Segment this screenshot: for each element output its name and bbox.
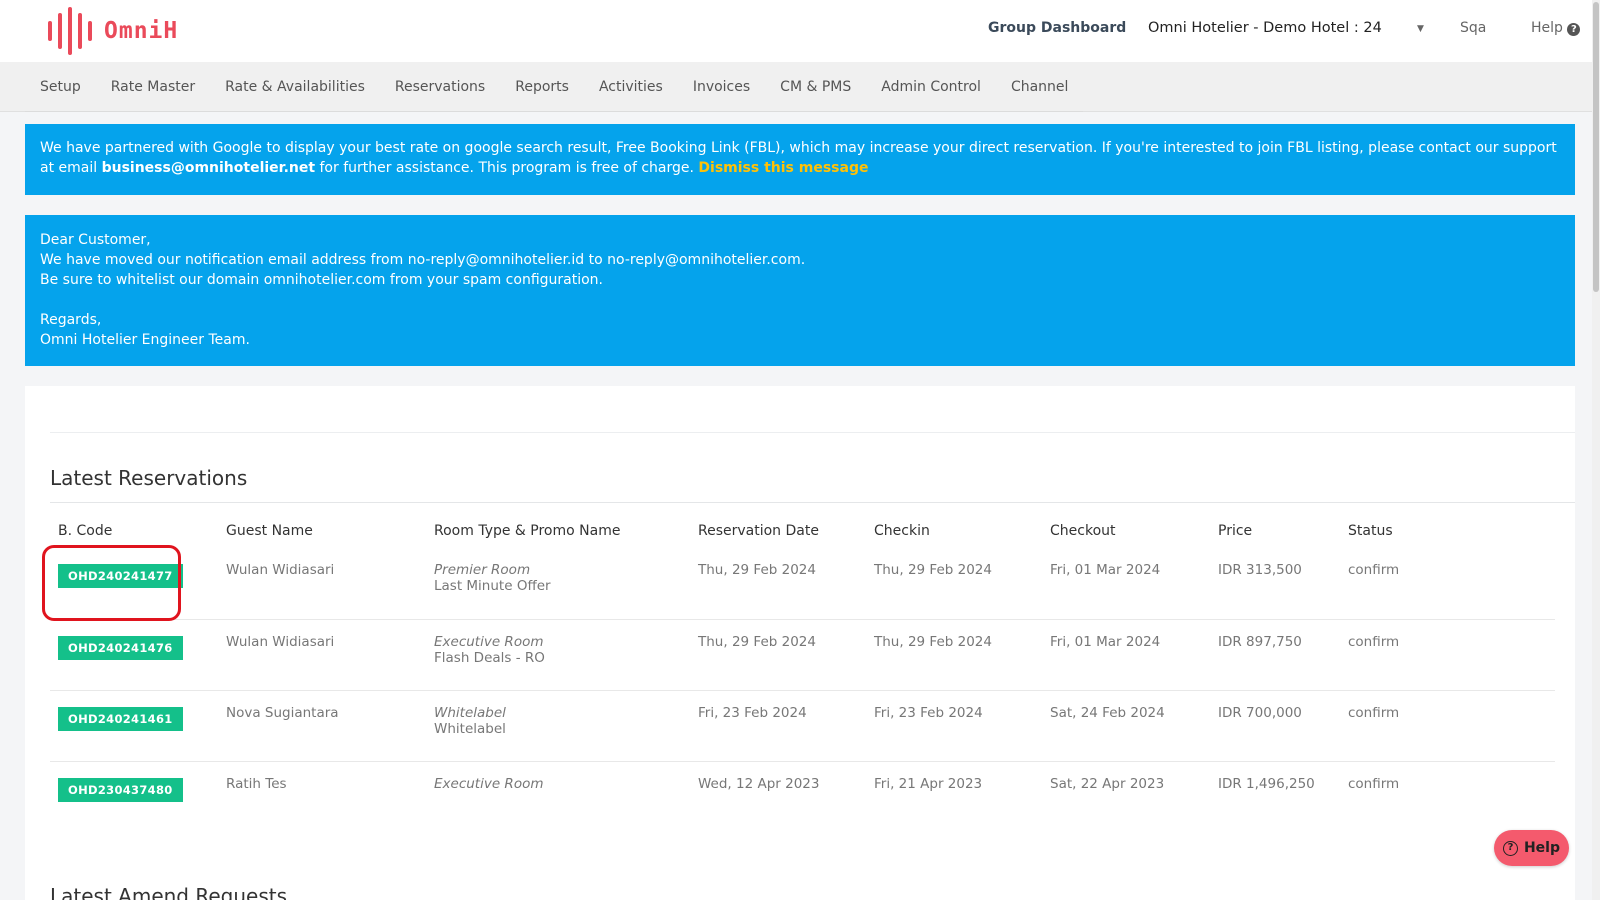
reservation-date: Wed, 12 Apr 2023 (698, 775, 820, 792)
room-type: Executive Room (434, 775, 544, 792)
nav-item-reports[interactable]: Reports (500, 62, 584, 111)
highlight-annotation (42, 545, 181, 621)
checkin-date: Fri, 21 Apr 2023 (874, 775, 983, 792)
room-cell: Executive Room (426, 761, 690, 832)
status: confirm (1348, 775, 1400, 792)
status: confirm (1340, 548, 1555, 620)
help-float-label: Help (1523, 840, 1561, 856)
logo-text: OmniH (104, 18, 179, 44)
room-cell: Premier Room Last Minute Offer (426, 548, 690, 620)
nav-item-activities[interactable]: Activities (584, 62, 678, 111)
guest-name: Nova Sugiantara (218, 690, 426, 762)
status: confirm (1340, 619, 1555, 691)
promo-name: Whitelabel (434, 720, 506, 737)
status: confirm (1340, 690, 1555, 762)
checkout-date: Sat, 24 Feb 2024 (1042, 690, 1210, 762)
notice-line: We have moved our notification email add… (40, 252, 806, 268)
latest-reservations-table: B. Code Guest Name Room Type & Promo Name R… (50, 514, 1555, 832)
chevron-down-icon[interactable]: ▼ (1417, 24, 1424, 34)
question-circle-icon: ? (1502, 840, 1518, 856)
notice-text-2: for further assistance. This program is … (315, 160, 699, 176)
nav-item-reservations[interactable]: Reservations (380, 62, 500, 111)
logo[interactable]: OmniH (48, 7, 178, 55)
omnih-logo-icon (48, 7, 92, 55)
booking-code-badge[interactable]: OHD230437480 (58, 777, 183, 802)
nav-item-setup[interactable]: Setup (25, 62, 96, 111)
google-fbl-notice: We have partnered with Google to display… (25, 124, 1575, 195)
nav-item-channel[interactable]: Channel (996, 62, 1083, 111)
reservation-date: Fri, 23 Feb 2024 (690, 690, 866, 762)
guest-name: Wulan Widiasari (218, 548, 426, 620)
price: IDR 897,750 (1210, 619, 1340, 691)
nav-item-invoices[interactable]: Invoices (678, 62, 765, 111)
checkout-date: Sat, 22 Apr 2023 (1050, 775, 1165, 792)
nav-item-rate-availabilities[interactable]: Rate & Availabilities (210, 62, 380, 111)
column-header[interactable]: Reservation Date (690, 514, 866, 548)
user-menu[interactable]: Sqa (1460, 20, 1486, 36)
room-cell: Whitelabel Whitelabel (426, 690, 690, 762)
room-type: Premier Room (434, 562, 531, 578)
email-change-notice: Dear Customer, We have moved our notific… (25, 215, 1575, 366)
notice-line: Regards, (40, 312, 102, 328)
column-header[interactable]: Checkin (866, 514, 1042, 548)
latest-reservations-title: Latest Reservations (50, 466, 248, 490)
column-header[interactable]: B. Code (50, 514, 218, 548)
nav-item-admin-control[interactable]: Admin Control (866, 62, 996, 111)
room-type: Executive Room (434, 633, 544, 650)
notice-line: Dear Customer, (40, 232, 151, 248)
checkin-date: Fri, 23 Feb 2024 (866, 690, 1042, 762)
dashboard-card: Latest Reservations B. Code Guest Name Roo… (25, 386, 1575, 900)
divider (50, 502, 1575, 503)
table-row[interactable]: OHD240241477 Wulan Widiasari Premier Room L… (50, 548, 1555, 620)
column-header[interactable]: Guest Name (218, 514, 426, 548)
notice-line: Be sure to whitelist our domain omnihote… (40, 272, 604, 288)
checkout-date: Fri, 01 Mar 2024 (1042, 619, 1210, 691)
hotel-select[interactable]: Omni Hotelier - Demo Hotel : 24 (1148, 20, 1382, 36)
help-float-button[interactable]: ? Help (1494, 830, 1569, 866)
group-dashboard-link[interactable]: Group Dashboard (988, 20, 1126, 36)
bcode-cell: OHD240241476 (50, 619, 218, 691)
room-cell: Executive Room Flash Deals - RO (426, 619, 690, 691)
column-header[interactable]: Checkout (1042, 514, 1210, 548)
column-header[interactable]: Price (1210, 514, 1340, 548)
bcode-cell: OHD240241461 (50, 690, 218, 762)
guest-name: Ratih Tes (226, 775, 287, 792)
guest-name: Wulan Widiasari (218, 619, 426, 691)
booking-code-badge[interactable]: OHD240241476 (58, 635, 183, 660)
room-type: Whitelabel (434, 704, 506, 721)
scrollbar[interactable] (1592, 0, 1600, 900)
table-row[interactable]: OHD240241461 Nova Sugiantara Whitelabel Whi… (50, 690, 1555, 762)
column-header[interactable]: Status (1340, 514, 1555, 548)
help-link-label: Help (1531, 20, 1563, 36)
support-email: business@omnihotelier.net (101, 160, 316, 176)
divider (50, 432, 1575, 433)
column-header[interactable]: Room Type & Promo Name (426, 514, 690, 548)
promo-name: Flash Deals - RO (434, 649, 545, 666)
table-header-row: B. Code Guest Name Room Type & Promo Name R… (50, 514, 1555, 548)
notice-line: Omni Hotelier Engineer Team. (40, 332, 250, 348)
top-bar: OmniH Group Dashboard Omni Hotelier - De… (0, 0, 1592, 62)
reservation-date: Thu, 29 Feb 2024 (690, 619, 866, 691)
nav-items: Setup Rate Master Rate & Availabilities Res… (25, 62, 1084, 112)
reservation-date: Thu, 29 Feb 2024 (690, 548, 866, 620)
bcode-cell: OHD230437480 (50, 761, 218, 832)
booking-code-badge[interactable]: OHD240241461 (58, 706, 183, 731)
table-row[interactable]: OHD240241476 Wulan Widiasari Executive Roo… (50, 619, 1555, 691)
main-nav: Setup Rate Master Rate & Availabilities Res… (0, 62, 1592, 112)
dismiss-message-link[interactable]: Dismiss this message (698, 160, 868, 176)
price: IDR 313,500 (1210, 548, 1340, 620)
question-circle-icon: ? (1567, 23, 1581, 36)
help-link[interactable]: Help ? (1531, 20, 1581, 36)
checkin-date: Thu, 29 Feb 2024 (866, 619, 1042, 691)
price: IDR 700,000 (1210, 690, 1340, 762)
checkin-date: Thu, 29 Feb 2024 (866, 548, 1042, 620)
nav-item-rate-master[interactable]: Rate Master (96, 62, 210, 111)
promo-name: Last Minute Offer (434, 578, 551, 594)
checkout-date: Fri, 01 Mar 2024 (1042, 548, 1210, 620)
table-row[interactable]: OHD230437480 Ratih Tes Executive Room Wed, … (50, 761, 1555, 832)
nav-item-cm-pms[interactable]: CM & PMS (765, 62, 866, 111)
latest-amend-requests-title: Latest Amend Requests (50, 884, 288, 900)
price: IDR 1,496,250 (1218, 775, 1315, 792)
scrollbar-thumb[interactable] (1593, 2, 1599, 292)
